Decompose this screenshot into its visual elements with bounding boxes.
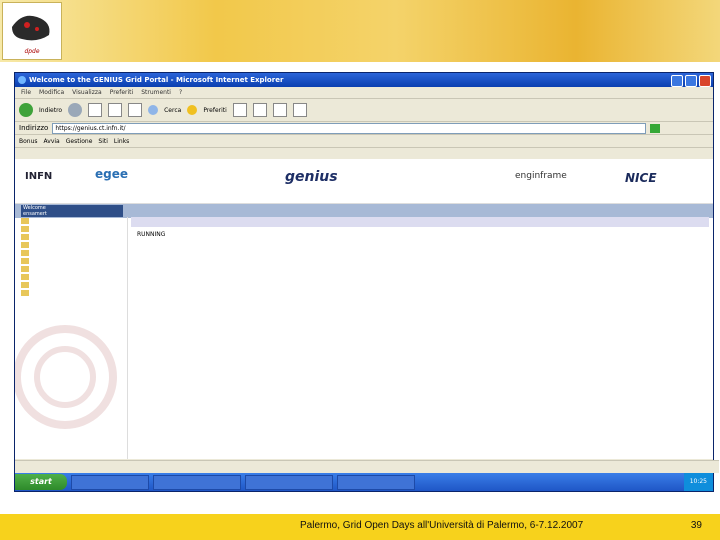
go-button[interactable] xyxy=(650,123,661,133)
link-2[interactable]: Avvia xyxy=(44,138,60,145)
system-tray-clock: 10:25 xyxy=(683,473,713,491)
sidebar-item[interactable] xyxy=(15,289,127,297)
nice-logo: NICE xyxy=(625,171,657,185)
page-number: 39 xyxy=(690,520,702,531)
favorites-label[interactable]: Preferiti xyxy=(203,107,227,114)
search-label[interactable]: Cerca xyxy=(164,107,181,114)
sidebar-item[interactable] xyxy=(15,257,127,265)
favorites-icon[interactable] xyxy=(187,105,198,115)
page-icon xyxy=(21,234,29,240)
close-button[interactable] xyxy=(699,75,711,87)
watermark-icon xyxy=(15,325,117,429)
portal-banner: INFN egee genius enginframe NICE xyxy=(15,159,713,204)
back-icon[interactable] xyxy=(19,103,33,117)
taskbar-task[interactable] xyxy=(153,474,241,490)
taskbar-task[interactable] xyxy=(71,474,149,490)
stop-icon[interactable] xyxy=(88,103,103,117)
folder-icon xyxy=(21,282,29,288)
page-content: INFN egee genius enginframe NICE Welcome… xyxy=(15,159,713,459)
edit-icon[interactable] xyxy=(292,103,307,117)
folder-icon xyxy=(21,290,29,296)
refresh-icon[interactable] xyxy=(108,103,123,117)
search-icon[interactable] xyxy=(148,105,159,115)
address-input[interactable]: https://genius.ct.infn.it/ xyxy=(52,122,647,134)
infn-logo: INFN xyxy=(25,171,53,182)
window-titlebar: Welcome to the GENIUS Grid Portal - Micr… xyxy=(15,73,713,87)
menu-file[interactable]: File xyxy=(21,87,31,98)
home-icon[interactable] xyxy=(128,103,143,117)
job-status-value: RUNNING xyxy=(137,231,166,238)
portal-sidebar xyxy=(15,217,128,459)
enginframe-logo: enginframe xyxy=(515,171,567,181)
portal-nav: Welcome ensamert xyxy=(15,204,713,218)
genius-logo: genius xyxy=(285,169,338,185)
link-5[interactable]: Links xyxy=(114,138,129,145)
sidebar-item-active[interactable] xyxy=(15,233,127,241)
footer-text: Palermo, Grid Open Days all'Università d… xyxy=(300,520,584,531)
page-icon xyxy=(21,250,29,256)
link-3[interactable]: Gestione xyxy=(66,138,93,145)
status-bar xyxy=(15,460,719,473)
menu-edit[interactable]: Modifica xyxy=(39,87,64,98)
sidebar-item[interactable] xyxy=(15,225,127,233)
history-icon[interactable] xyxy=(232,103,247,117)
address-bar: Indirizzo https://genius.ct.infn.it/ xyxy=(15,122,713,135)
maximize-button[interactable] xyxy=(685,75,697,87)
conference-logo: dpde xyxy=(2,2,62,60)
logo-text: dpde xyxy=(24,48,40,55)
ie-icon xyxy=(18,76,26,84)
menu-favorites[interactable]: Preferiti xyxy=(110,87,134,98)
menu-bar: File Modifica Visualizza Preferiti Strum… xyxy=(15,87,713,99)
menu-help[interactable]: ? xyxy=(179,87,182,98)
taskbar-task[interactable] xyxy=(245,474,333,490)
page-icon xyxy=(21,266,29,272)
start-button[interactable]: start xyxy=(15,474,67,490)
egee-logo: egee xyxy=(95,167,129,181)
job-status-line: RUNNING xyxy=(131,227,709,242)
forward-icon[interactable] xyxy=(68,103,83,117)
links-bar: Bonus Avvia Gestione Siti Links xyxy=(15,135,713,148)
sidebar-item[interactable] xyxy=(15,241,127,249)
window-title: Welcome to the GENIUS Grid Portal - Micr… xyxy=(29,76,284,84)
toolbar: Indietro Cerca Preferiti xyxy=(15,99,713,122)
minimize-button[interactable] xyxy=(671,75,683,87)
page-icon xyxy=(21,258,29,264)
taskbar-task[interactable] xyxy=(337,474,415,490)
folder-icon xyxy=(21,226,29,232)
main-panel-header xyxy=(131,217,709,227)
page-icon xyxy=(21,242,29,248)
welcome-box: Welcome ensamert xyxy=(21,205,123,217)
slide-header: dpde xyxy=(0,0,720,62)
print-icon[interactable] xyxy=(272,103,287,117)
sidebar-item[interactable] xyxy=(15,217,127,225)
address-label: Indirizzo xyxy=(19,124,49,132)
sidebar-item[interactable] xyxy=(15,265,127,273)
link-4[interactable]: Siti xyxy=(98,138,108,145)
folder-icon xyxy=(21,218,29,224)
slide-footer: Palermo, Grid Open Days all'Università d… xyxy=(0,514,720,540)
mail-icon[interactable] xyxy=(252,103,267,117)
back-label[interactable]: Indietro xyxy=(39,107,62,114)
link-1[interactable]: Bonus xyxy=(19,138,38,145)
folder-icon xyxy=(21,274,29,280)
logo-icon xyxy=(12,15,50,41)
menu-tools[interactable]: Strumenti xyxy=(141,87,171,98)
menu-view[interactable]: Visualizza xyxy=(72,87,102,98)
sidebar-item[interactable] xyxy=(15,249,127,257)
taskbar: start 10:25 xyxy=(15,473,713,491)
main-panel: RUNNING xyxy=(131,217,709,459)
sidebar-item[interactable] xyxy=(15,281,127,289)
sidebar-item[interactable] xyxy=(15,273,127,281)
browser-window: Welcome to the GENIUS Grid Portal - Micr… xyxy=(14,72,719,492)
